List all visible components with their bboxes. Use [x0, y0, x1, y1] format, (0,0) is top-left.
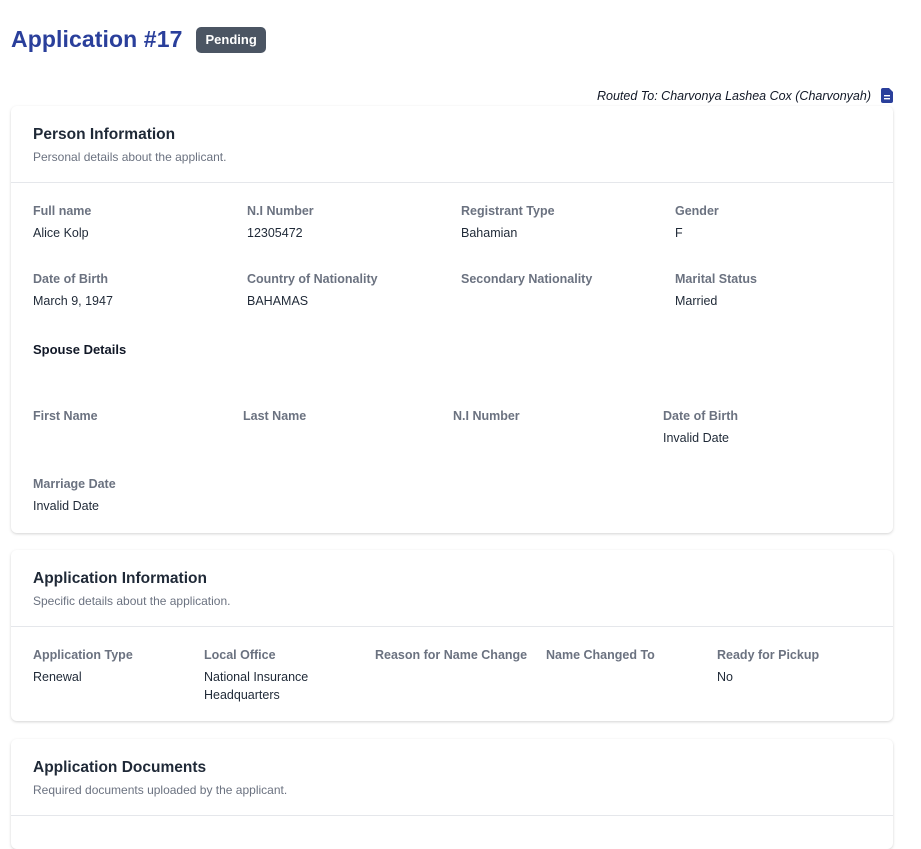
spouse-fields: First Name Last Name N.I Number Date of …	[33, 409, 871, 545]
routed-to: Routed To: Charvonya Lashea Cox (Charvon…	[597, 88, 893, 103]
card-title: Person Information	[33, 126, 176, 143]
field-spouse-date-of-birth: Date of Birth Invalid Date	[663, 409, 738, 445]
card-subtitle: Required documents uploaded by the appli…	[33, 783, 288, 797]
card-subtitle: Specific details about the application.	[33, 594, 231, 608]
application-information-card: Application Information Specific details…	[11, 550, 893, 721]
field-ni-number: N.I Number 12305472	[247, 204, 314, 240]
page-header: Application #17 Pending	[11, 26, 266, 53]
routed-to-text: Routed To: Charvonya Lashea Cox (Charvon…	[597, 88, 871, 103]
field-ready-for-pickup: Ready for Pickup No	[717, 648, 820, 684]
field-reason-for-name-change: Reason for Name Change	[375, 648, 528, 662]
field-country-of-nationality: Country of Nationality BAHAMAS	[247, 272, 378, 308]
card-header: Person Information Personal details abou…	[11, 106, 893, 183]
application-fields: Application Type Renewal Local Office Na…	[11, 627, 893, 704]
field-application-type: Application Type Renewal	[33, 648, 133, 684]
card-subtitle: Personal details about the applicant.	[33, 150, 227, 164]
card-title: Application Documents	[33, 759, 207, 776]
spouse-details-heading: Spouse Details	[33, 342, 127, 357]
field-spouse-first-name: First Name	[33, 409, 98, 423]
card-header: Application Information Specific details…	[11, 550, 893, 627]
field-marital-status: Marital Status Married	[675, 272, 757, 308]
field-registrant-type: Registrant Type Bahamian	[461, 204, 555, 240]
person-fields: Full name Alice Kolp N.I Number 12305472…	[11, 183, 893, 545]
field-full-name: Full name Alice Kolp	[33, 204, 92, 240]
field-secondary-nationality: Secondary Nationality	[461, 272, 593, 286]
field-marriage-date: Marriage Date Invalid Date	[33, 477, 116, 513]
page-title: Application #17	[11, 26, 183, 52]
person-information-card: Person Information Personal details abou…	[11, 106, 893, 533]
document-icon[interactable]	[881, 88, 893, 103]
field-gender: Gender F	[675, 204, 719, 240]
field-name-changed-to: Name Changed To	[546, 648, 655, 662]
field-spouse-last-name: Last Name	[243, 409, 307, 423]
field-local-office: Local Office National Insurance Headquar…	[204, 648, 309, 702]
field-date-of-birth: Date of Birth March 9, 1947	[33, 272, 113, 308]
card-header: Application Documents Required documents…	[11, 739, 893, 816]
status-badge: Pending	[196, 26, 266, 53]
application-documents-card: Application Documents Required documents…	[11, 739, 893, 849]
field-spouse-ni-number: N.I Number	[453, 409, 520, 423]
card-title: Application Information	[33, 570, 207, 587]
